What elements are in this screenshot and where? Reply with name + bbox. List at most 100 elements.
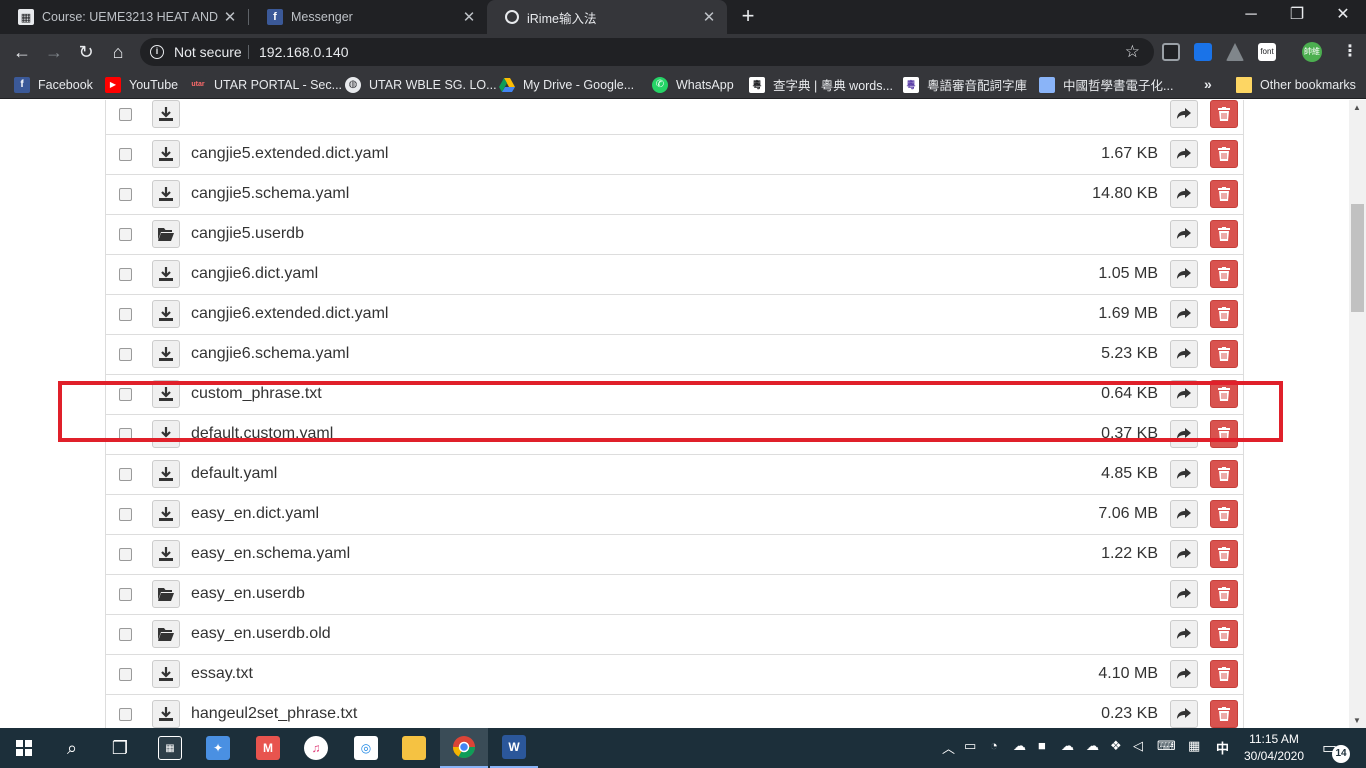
download-button[interactable]	[152, 140, 180, 168]
delete-button[interactable]	[1210, 620, 1238, 648]
download-button[interactable]	[152, 660, 180, 688]
download-button[interactable]	[152, 100, 180, 128]
system-clock[interactable]: 11:15 AM 30/04/2020	[1242, 731, 1306, 765]
cloud-app-icon[interactable]: ■	[1038, 738, 1046, 753]
select-checkbox[interactable]	[119, 268, 132, 281]
share-button[interactable]	[1170, 100, 1198, 128]
select-checkbox[interactable]	[119, 348, 132, 361]
task-view-icon[interactable]: ❐	[96, 728, 144, 768]
bookmark-youtube[interactable]: ▶ YouTube	[105, 76, 178, 93]
scrollbar[interactable]: ▲ ▼	[1349, 100, 1366, 728]
download-button[interactable]	[152, 260, 180, 288]
file-name[interactable]: easy_en.schema.yaml	[191, 545, 350, 563]
scroll-up-icon[interactable]: ▲	[1353, 103, 1361, 112]
other-bookmarks[interactable]: Other bookmarks	[1236, 76, 1356, 93]
file-name[interactable]: easy_en.userdb.old	[191, 625, 331, 643]
download-button[interactable]	[152, 700, 180, 728]
address-bar[interactable]: i Not secure 192.168.0.140 ☆	[140, 38, 1154, 66]
download-button[interactable]	[152, 300, 180, 328]
new-tab-button[interactable]: +	[736, 5, 760, 29]
file-name[interactable]: hangeul2set_phrase.txt	[191, 705, 357, 723]
close-icon[interactable]: ✕	[461, 8, 477, 26]
delete-button[interactable]	[1210, 460, 1238, 488]
bookmark-whatsapp[interactable]: ✆ WhatsApp	[652, 76, 734, 93]
minimize-icon[interactable]: ─	[1228, 0, 1274, 32]
share-button[interactable]	[1170, 620, 1198, 648]
share-button[interactable]	[1170, 220, 1198, 248]
bookmark-cantonese[interactable]: 粵 粵語審音配詞字庫	[903, 76, 1027, 93]
select-checkbox[interactable]	[119, 548, 132, 561]
open-folder-button[interactable]	[152, 580, 180, 608]
bookmark-utar-portal[interactable]: utar UTAR PORTAL - Sec...	[190, 76, 342, 93]
delete-button[interactable]	[1210, 700, 1238, 728]
wifi-icon[interactable]: ◔	[990, 738, 998, 753]
scroll-down-icon[interactable]: ▼	[1353, 716, 1361, 725]
menu-dots-icon[interactable]: ⋮	[1342, 41, 1358, 61]
cloud-sync-icon[interactable]: ☁	[1086, 738, 1099, 754]
share-button[interactable]	[1170, 660, 1198, 688]
keyboard-icon[interactable]: ⌨	[1157, 738, 1176, 754]
close-icon[interactable]: ✕	[222, 8, 238, 26]
extension-icon[interactable]	[1162, 43, 1180, 61]
share-button[interactable]	[1170, 300, 1198, 328]
show-hidden-icons[interactable]: ︿	[942, 738, 955, 757]
share-button[interactable]	[1170, 540, 1198, 568]
forward-icon[interactable]: →	[41, 39, 67, 65]
select-checkbox[interactable]	[119, 188, 132, 201]
bookmark-utar-wble[interactable]: ◍ UTAR WBLE SG. LO...	[345, 76, 497, 93]
close-window-icon[interactable]: ✕	[1320, 0, 1366, 32]
file-name[interactable]: default.yaml	[191, 465, 277, 483]
maximize-icon[interactable]: ❐	[1274, 0, 1320, 32]
download-button[interactable]	[152, 500, 180, 528]
share-button[interactable]	[1170, 460, 1198, 488]
delete-button[interactable]	[1210, 180, 1238, 208]
file-name[interactable]: easy_en.userdb	[191, 585, 305, 603]
select-checkbox[interactable]	[119, 668, 132, 681]
select-checkbox[interactable]	[119, 508, 132, 521]
delete-button[interactable]	[1210, 220, 1238, 248]
url-text[interactable]: 192.168.0.140	[259, 44, 349, 60]
delete-button[interactable]	[1210, 140, 1238, 168]
file-name[interactable]: essay.txt	[191, 665, 253, 683]
share-button[interactable]	[1170, 700, 1198, 728]
select-checkbox[interactable]	[119, 108, 132, 121]
delete-button[interactable]	[1210, 580, 1238, 608]
file-name[interactable]: cangjie6.schema.yaml	[191, 345, 349, 363]
delete-button[interactable]	[1210, 300, 1238, 328]
delete-button[interactable]	[1210, 540, 1238, 568]
file-name[interactable]: cangjie5.schema.yaml	[191, 185, 349, 203]
share-button[interactable]	[1170, 580, 1198, 608]
share-button[interactable]	[1170, 140, 1198, 168]
photos-icon[interactable]: ◎	[342, 728, 390, 768]
delete-button[interactable]	[1210, 100, 1238, 128]
file-explorer-icon[interactable]	[390, 728, 438, 768]
bookmark-dictionary[interactable]: 粵 查字典 | 粵典 words...	[749, 76, 893, 93]
delete-button[interactable]	[1210, 500, 1238, 528]
close-icon[interactable]: ✕	[701, 8, 717, 26]
download-button[interactable]	[152, 340, 180, 368]
tab-irime[interactable]: iRime输入法 ✕	[487, 0, 727, 34]
download-button[interactable]	[152, 180, 180, 208]
download-button[interactable]	[152, 460, 180, 488]
chrome-icon[interactable]	[440, 728, 488, 768]
reload-icon[interactable]: ↻	[73, 39, 99, 65]
share-button[interactable]	[1170, 340, 1198, 368]
delete-button[interactable]	[1210, 260, 1238, 288]
avatar[interactable]: 帥維	[1302, 42, 1322, 62]
scrollbar-thumb[interactable]	[1351, 204, 1364, 312]
tray-app-icon[interactable]: ▭	[964, 738, 976, 754]
delete-button[interactable]	[1210, 340, 1238, 368]
share-button[interactable]	[1170, 260, 1198, 288]
select-checkbox[interactable]	[119, 468, 132, 481]
share-button[interactable]	[1170, 500, 1198, 528]
volume-icon[interactable]: ◁	[1133, 738, 1143, 754]
share-button[interactable]	[1170, 180, 1198, 208]
info-icon[interactable]: i	[150, 45, 164, 59]
file-name[interactable]: cangjie5.userdb	[191, 225, 304, 243]
font-extension-icon[interactable]: font	[1258, 43, 1276, 61]
calculator-icon[interactable]: ▦	[146, 728, 194, 768]
onedrive-icon[interactable]: ☁	[1013, 738, 1026, 754]
open-folder-button[interactable]	[152, 220, 180, 248]
dropbox-icon[interactable]: ❖	[1110, 738, 1122, 754]
search-icon[interactable]: ⌕	[48, 728, 96, 768]
